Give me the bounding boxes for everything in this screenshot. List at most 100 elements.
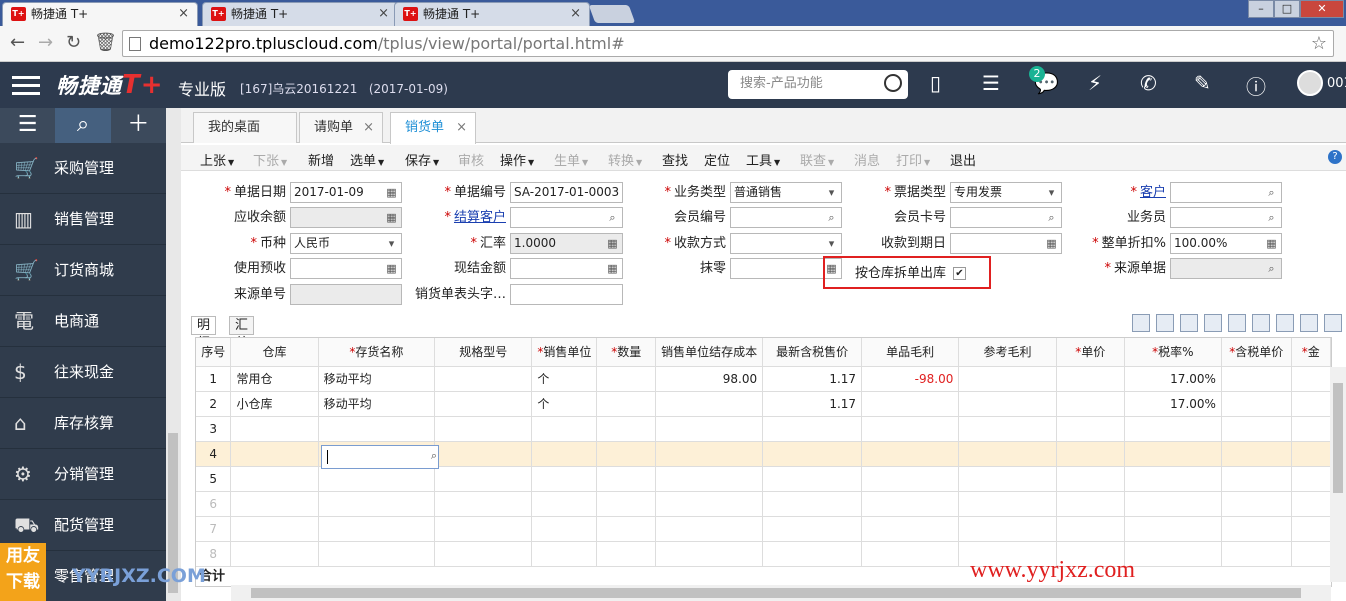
table-row[interactable]: 5	[196, 466, 1331, 492]
toolbar-print-button[interactable]: 打印 ▼	[896, 150, 930, 169]
copy-icon[interactable]	[1132, 314, 1150, 332]
member-no-field[interactable]: ⌕	[730, 207, 842, 228]
grid-cell[interactable]: 1	[196, 366, 232, 392]
grid-cell[interactable]	[230, 441, 319, 467]
grid-cell[interactable]: 98.00	[655, 366, 764, 392]
minimize-icon[interactable]: –	[1248, 0, 1274, 18]
toolbar-select-button[interactable]: 选单 ▼	[350, 150, 384, 169]
function-search-input[interactable]: 搜索-产品功能	[728, 70, 908, 99]
grid-cell[interactable]	[1221, 491, 1292, 517]
grid-cell[interactable]	[1291, 491, 1331, 517]
grid-cell[interactable]	[861, 416, 960, 442]
tab-close-icon[interactable]: ×	[378, 3, 389, 25]
customer-label[interactable]: * 客户	[1091, 183, 1166, 203]
grid-cell[interactable]	[1056, 516, 1125, 542]
browser-tab-2[interactable]: T+ 畅捷通 T+ ×	[202, 2, 398, 26]
reload-icon[interactable]: ↻	[66, 32, 81, 53]
grid-cell[interactable]	[1124, 541, 1222, 567]
table-row[interactable]: 2 小仓库 移动平均 个 1.17 17.00%	[196, 391, 1331, 417]
search-icon[interactable]: ⌕	[1263, 260, 1280, 277]
grid-cell[interactable]	[861, 516, 960, 542]
grid-cell[interactable]	[1221, 391, 1292, 417]
grid-cell[interactable]	[434, 516, 533, 542]
grid-cell[interactable]	[958, 391, 1057, 417]
chart-icon[interactable]	[1324, 314, 1342, 332]
grid-cell[interactable]	[655, 466, 764, 492]
mobile-icon[interactable]: ▯	[930, 71, 941, 95]
grid-cell[interactable]	[596, 416, 657, 442]
tools-icon[interactable]	[1228, 314, 1246, 332]
grid-horizontal-scrollbar[interactable]	[231, 585, 1331, 601]
grid-cell[interactable]: 5	[196, 466, 232, 492]
grid-cell[interactable]	[1291, 416, 1331, 442]
grid-cell[interactable]: 1.17	[762, 366, 863, 392]
calculator-icon[interactable]: ▦	[383, 260, 400, 277]
table-row[interactable]: 7	[196, 516, 1331, 542]
grid-cell[interactable]	[596, 541, 657, 567]
layout-icon[interactable]	[1276, 314, 1294, 332]
paste-icon[interactable]	[1156, 314, 1174, 332]
grid-cell[interactable]	[230, 541, 319, 567]
tab-purchase-request[interactable]: 请购单 ×	[299, 112, 383, 143]
grid-cell[interactable]	[1124, 491, 1222, 517]
grid-cell[interactable]: 移动平均	[318, 366, 436, 392]
browser-tab-3[interactable]: T+ 畅捷通 T+ ×	[394, 2, 590, 26]
grid-cell[interactable]	[861, 391, 960, 417]
settle-customer-field[interactable]: ⌕	[510, 207, 623, 228]
grid-cell[interactable]	[1291, 541, 1331, 567]
maximize-icon[interactable]: □	[1274, 0, 1300, 18]
grid-cell[interactable]	[531, 416, 598, 442]
calendar-icon[interactable]: ▦	[1043, 235, 1060, 252]
grid-cell[interactable]	[1291, 516, 1331, 542]
forward-icon[interactable]: →	[38, 32, 53, 53]
calculator-icon[interactable]: ▦	[604, 235, 621, 252]
grid-cell[interactable]	[1124, 441, 1222, 467]
search-icon[interactable]: ⌕	[1263, 209, 1280, 226]
toolbar-save-button[interactable]: 保存 ▼	[405, 150, 439, 169]
grid-cell[interactable]	[655, 416, 764, 442]
grid-column-header[interactable]: *含税单价	[1221, 338, 1292, 367]
grid-cell[interactable]: 小仓库	[230, 391, 319, 417]
calculator-icon[interactable]: ▦	[383, 209, 400, 226]
grid-column-header[interactable]: *单价	[1056, 338, 1125, 367]
grid-cell[interactable]	[655, 541, 764, 567]
grid-cell[interactable]	[1221, 466, 1292, 492]
grid-cell[interactable]	[1221, 416, 1292, 442]
toolbar-locate-button[interactable]: 定位	[704, 150, 730, 169]
member-card-field[interactable]: ⌕	[950, 207, 1062, 228]
toolbar-operate-button[interactable]: 操作 ▼	[500, 150, 534, 169]
grid-cell[interactable]: 移动平均	[318, 391, 436, 417]
sidebar-item-distribution[interactable]: ⚙ 分销管理	[0, 449, 166, 500]
feedback-icon[interactable]: ✎	[1194, 71, 1211, 95]
grid-cell[interactable]	[318, 416, 436, 442]
toolbar-message-button[interactable]: 消息	[854, 150, 880, 169]
grid-cell[interactable]: 2	[196, 391, 232, 417]
grid-cell[interactable]	[762, 491, 863, 517]
tab-detail[interactable]: 明细	[191, 316, 217, 351]
sidebar-scrollbar[interactable]	[166, 108, 181, 601]
sidebar-item-purchase[interactable]: 🛒 采购管理	[0, 143, 166, 194]
table-row[interactable]: 1 常用仓 移动平均 个 98.00 1.17 -98.00 17.00%	[196, 366, 1331, 392]
grid-cell[interactable]	[596, 516, 657, 542]
grid-cell[interactable]: 7	[196, 516, 232, 542]
grid-cell[interactable]	[958, 441, 1057, 467]
help-icon[interactable]: ⓘ	[1246, 71, 1266, 100]
grid-cell[interactable]	[531, 491, 598, 517]
grid-cell[interactable]: 17.00%	[1124, 391, 1222, 417]
grid-cell[interactable]	[596, 441, 657, 467]
grid-cell[interactable]	[1056, 466, 1125, 492]
grid-cell[interactable]	[596, 491, 657, 517]
menu-icon[interactable]	[12, 76, 40, 100]
grid-column-header[interactable]: 仓库	[230, 338, 319, 367]
document-icon[interactable]	[1252, 314, 1270, 332]
grid-cell[interactable]	[1221, 516, 1292, 542]
toolbar-generate-button[interactable]: 生单 ▼	[554, 150, 588, 169]
grid-column-header[interactable]: 销售单位结存成本	[655, 338, 764, 367]
grid-cell[interactable]	[1124, 416, 1222, 442]
grid-cell[interactable]	[1221, 366, 1292, 392]
grid-cell[interactable]: 常用仓	[230, 366, 319, 392]
grid-cell[interactable]	[434, 391, 533, 417]
grid-cell[interactable]	[958, 466, 1057, 492]
help-icon[interactable]: ?	[1328, 150, 1342, 164]
grid-cell[interactable]	[655, 491, 764, 517]
